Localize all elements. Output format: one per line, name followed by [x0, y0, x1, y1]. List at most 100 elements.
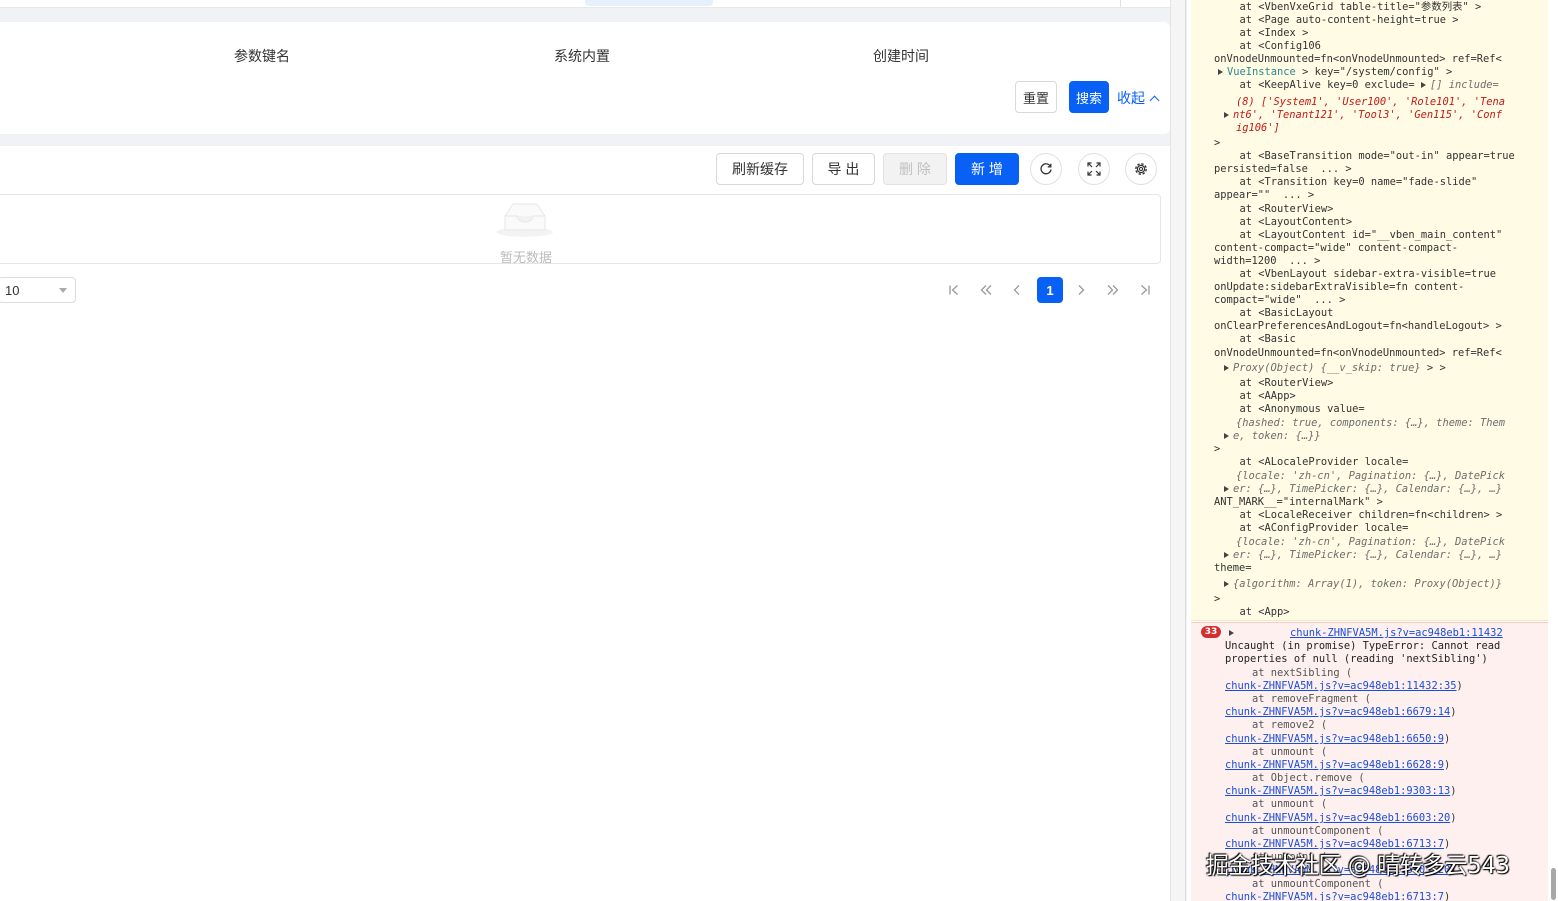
error-message-line: properties of null (reading 'nextSibling… — [1225, 653, 1488, 665]
stack-link[interactable]: chunk-ZHNFVA5M.js?v=ac948eb1:6603:20) — [1225, 812, 1456, 825]
stack-fn: at remove2 ( — [1252, 719, 1328, 731]
collapse-label: 收起 — [1117, 90, 1145, 106]
warn-line: at <LayoutContent> — [1227, 216, 1353, 228]
warn-line: at <LocaleReceiver children=fn<children>… — [1227, 509, 1503, 521]
last-page-button[interactable] — [1132, 277, 1158, 303]
panel-resizer[interactable] — [1170, 0, 1186, 901]
stack-link[interactable]: chunk-ZHNFVA5M.js?v=ac948eb1:11432:35) — [1225, 680, 1463, 693]
error-source-link[interactable]: chunk-ZHNFVA5M.js?v=ac948eb1:11432 — [1290, 627, 1503, 640]
error-message-line: Uncaught (in promise) TypeError: Cannot … — [1225, 640, 1501, 652]
warn-line: at <BasicLayout — [1227, 307, 1334, 319]
expand-triangle-icon[interactable] — [1218, 69, 1223, 75]
warn-line: at <Page auto-content-height=true > — [1227, 14, 1459, 26]
warn-line: > — [1214, 137, 1221, 149]
warn-line: > — [1214, 593, 1221, 605]
warn-line[interactable]: e, token: {…}} — [1224, 430, 1321, 443]
warn-line: {hashed: true, components: {…}, theme: T… — [1236, 417, 1505, 429]
warn-line: content-compact="wide" content-compact- — [1214, 242, 1458, 254]
warn-line: at <ALocaleProvider locale= — [1227, 456, 1409, 468]
stack-fn: at Object.remove ( — [1252, 772, 1365, 784]
reset-button[interactable]: 重置 — [1015, 81, 1057, 113]
error-count-badge: 33 — [1201, 626, 1221, 638]
warn-line[interactable]: Proxy(Object) {__v_skip: true} > > — [1224, 362, 1446, 375]
warn-line: at <BaseTransition mode="out-in" appear=… — [1227, 150, 1515, 162]
search-button[interactable]: 搜索 — [1069, 81, 1109, 113]
warn-line: at <AApp> — [1227, 390, 1296, 402]
warn-line: ANT_MARK__="internalMark" > — [1214, 496, 1383, 508]
expand-triangle-icon[interactable] — [1420, 82, 1426, 88]
warn-line[interactable]: VueInstance > key="/system/config" > — [1218, 66, 1452, 79]
expand-triangle-icon[interactable] — [1224, 552, 1229, 558]
console-warning: at <VbenVxeGrid table-title="参数列表" > at … — [1191, 0, 1548, 621]
warn-line: onVnodeUnmounted=fn<onVnodeUnmounted> re… — [1214, 53, 1502, 65]
warn-line: > — [1214, 443, 1221, 455]
warn-line: at <Index > — [1227, 27, 1309, 39]
warn-line: at <Transition key=0 name="fade-slide" — [1227, 176, 1478, 188]
warn-line: theme= — [1214, 562, 1252, 574]
data-grid: 暂无数据 — [0, 194, 1161, 265]
page-number-current[interactable]: 1 — [1037, 277, 1063, 303]
warn-line[interactable]: er: {…}, TimePicker: {…}, Calendar: {…},… — [1224, 483, 1502, 496]
expand-triangle-icon[interactable] — [1224, 433, 1229, 439]
export-button[interactable]: 导 出 — [812, 153, 875, 185]
expand-triangle-icon[interactable] — [1224, 581, 1229, 587]
delete-button[interactable]: 删 除 — [883, 153, 947, 185]
app-main: 参数键名 系统内置 创建时间 重置 搜索 收起 刷新缓存 导 出 删 除 新 增 — [0, 0, 1170, 901]
warn-line: at <VbenVxeGrid table-title="参数列表" > — [1227, 1, 1482, 13]
warn-line: at <App> — [1227, 606, 1290, 618]
prev-group-icon — [980, 285, 992, 295]
prev-page-icon — [1013, 285, 1020, 295]
settings-button[interactable] — [1125, 153, 1157, 185]
stack-link[interactable]: chunk-ZHNFVA5M.js?v=ac948eb1:6713:7) — [1225, 891, 1450, 901]
collapse-chevron-icon — [1149, 95, 1160, 105]
expand-triangle-icon[interactable] — [1224, 112, 1229, 118]
devtools-console: at <VbenVxeGrid table-title="参数列表" > at … — [1187, 0, 1558, 901]
refresh-button[interactable] — [1030, 153, 1062, 185]
warn-line: at <RouterView> — [1227, 203, 1334, 215]
empty-box-illustration — [497, 203, 553, 237]
warn-line: onVnodeUnmounted=fn<onVnodeUnmounted> re… — [1214, 347, 1502, 359]
active-tab-indicator[interactable] — [585, 0, 713, 6]
console-scrollbar[interactable] — [1551, 868, 1556, 900]
prev-group-button[interactable] — [973, 277, 999, 303]
expand-triangle-icon[interactable] — [1229, 630, 1234, 636]
warn-line: onClearPreferencesAndLogout=fn<handleLog… — [1214, 320, 1502, 332]
warn-line[interactable]: nt6', 'Tenant121', 'Tool3', 'Gen115', 'C… — [1224, 109, 1502, 122]
warn-line[interactable]: {algorithm: Array(1), token: Proxy(Objec… — [1224, 578, 1502, 591]
stack-fn: at unmount ( — [1252, 746, 1328, 758]
settings-gear-icon — [1135, 163, 1147, 175]
fullscreen-button[interactable] — [1078, 153, 1110, 185]
collapse-toggle[interactable]: 收起 — [1117, 88, 1160, 108]
page-size-value: 10 — [5, 282, 20, 298]
first-page-button[interactable] — [941, 277, 967, 303]
stack-fn: at nextSibling ( — [1252, 667, 1353, 679]
stack-link[interactable]: chunk-ZHNFVA5M.js?v=ac948eb1:6679:14) — [1225, 706, 1456, 719]
tab-bar — [0, 0, 1170, 8]
warn-line: {locale: 'zh-cn', Pagination: {…}, DateP… — [1236, 536, 1505, 548]
expand-triangle-icon[interactable] — [1224, 486, 1229, 492]
watermark: 掘金技术社区 @ 晴转多云543 — [1206, 853, 1510, 879]
stack-fn: at unmount ( — [1252, 798, 1328, 810]
warn-line: compact="wide" ... > — [1214, 294, 1346, 306]
warn-line: at <Config106 — [1227, 40, 1321, 52]
first-page-icon — [949, 285, 958, 295]
tab-divider — [1120, 0, 1121, 7]
stack-link[interactable]: chunk-ZHNFVA5M.js?v=ac948eb1:6650:9) — [1225, 733, 1450, 746]
refresh-cache-button[interactable]: 刷新缓存 — [716, 153, 804, 185]
next-group-button[interactable] — [1100, 277, 1126, 303]
warn-line[interactable]: er: {…}, TimePicker: {…}, Calendar: {…},… — [1224, 549, 1502, 562]
warn-line: at <Basic — [1227, 333, 1296, 345]
warn-line: at <LayoutContent id="__vben_main_conten… — [1227, 229, 1503, 241]
warn-line: at <Anonymous value= — [1227, 403, 1365, 415]
warn-line: at <AConfigProvider locale= — [1227, 522, 1409, 534]
stack-link[interactable]: chunk-ZHNFVA5M.js?v=ac948eb1:6628:9) — [1225, 759, 1450, 772]
next-page-button[interactable] — [1068, 277, 1094, 303]
page-size-select[interactable]: 10 — [0, 277, 76, 303]
add-button[interactable]: 新 增 — [955, 153, 1019, 185]
prev-page-button[interactable] — [1004, 277, 1030, 303]
stack-link[interactable]: chunk-ZHNFVA5M.js?v=ac948eb1:9303:13) — [1225, 785, 1456, 798]
expand-triangle-icon[interactable] — [1224, 365, 1229, 371]
warn-line: persisted=false ... > — [1214, 163, 1352, 175]
search-form: 参数键名 系统内置 创建时间 重置 搜索 收起 — [0, 22, 1170, 134]
error-expand[interactable] — [1229, 627, 1238, 640]
